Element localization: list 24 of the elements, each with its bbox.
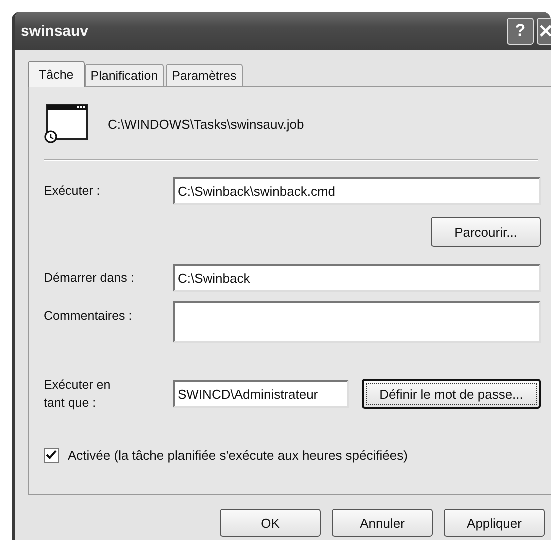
input-field[interactable]: C:\Swinback xyxy=(173,264,541,292)
tab[interactable]: Paramètres xyxy=(166,64,243,86)
browse-button[interactable]: Parcourir... xyxy=(431,217,541,247)
field-label: Démarrer dans : xyxy=(44,271,136,285)
scheduled-task-icon xyxy=(44,104,90,144)
close-button[interactable] xyxy=(537,18,551,44)
set-password-button[interactable]: Définir le mot de passe... xyxy=(362,379,541,409)
checkbox-label: Activée (la tâche planifiée s'exécute aux heures spécifiées) xyxy=(68,448,408,463)
comments-field[interactable] xyxy=(173,301,541,343)
field-label: Commentaires : xyxy=(44,309,134,323)
input-field[interactable]: SWINCD\Administrateur xyxy=(173,380,349,408)
input-field[interactable]: C:\Swinback\swinback.cmd xyxy=(173,177,541,205)
field-label: Exécuter : xyxy=(44,184,102,198)
task-path: C:\WINDOWS\Tasks\swinsauv.job xyxy=(108,116,304,132)
dialog-button[interactable]: Appliquer xyxy=(444,509,545,537)
tab[interactable]: Tâche xyxy=(28,61,85,87)
tab[interactable]: Planification xyxy=(84,64,164,86)
help-button[interactable]: ? xyxy=(507,18,534,44)
dialog-button[interactable]: Annuler xyxy=(332,509,433,537)
close-icon xyxy=(539,24,551,38)
dialog-button[interactable]: OK xyxy=(220,509,321,537)
checkbox[interactable] xyxy=(44,448,59,463)
field-label: Exécuter en tant que : xyxy=(44,377,112,412)
window-title: swinsauv xyxy=(21,22,89,40)
